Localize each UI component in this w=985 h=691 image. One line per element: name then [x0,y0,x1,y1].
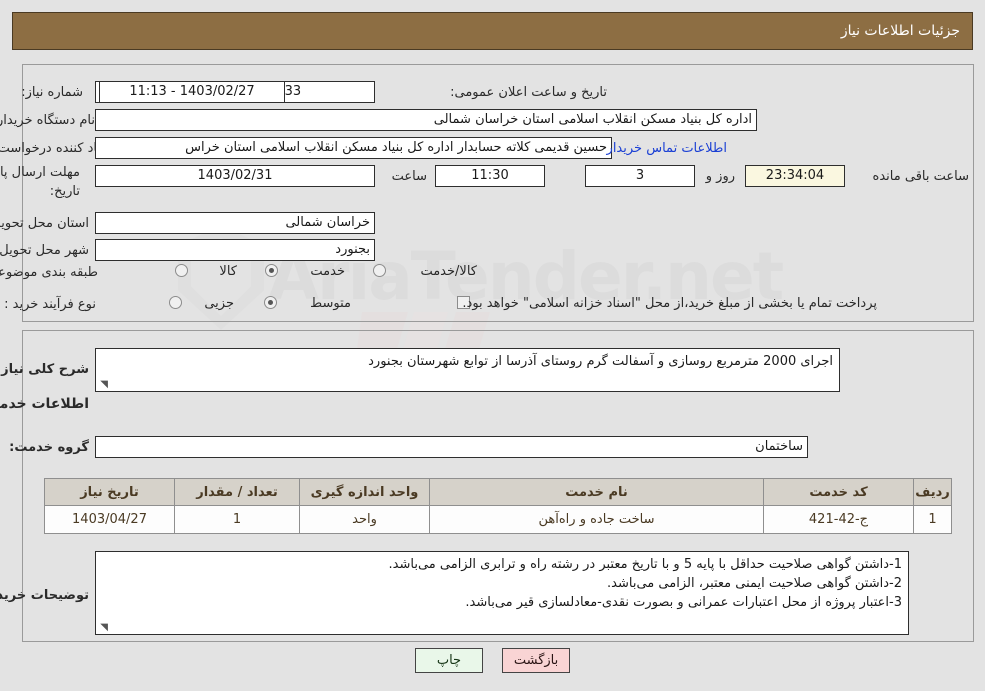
need-number-label: شماره نیاز: [21,85,83,100]
cell-name: ساخت جاده و راه‌آهن [429,505,764,534]
deadline-countdown-field: 23:34:04 [745,165,845,187]
buyer-note-line-2: 2-داشتن گواهی صلاحیت ایمنی معتبر، الزامی… [607,576,902,591]
deadline-label-line1: مهلت ارسال پاسخ: تا [0,165,80,180]
action-button-row: بازگشت چاپ [0,648,985,673]
general-desc-textarea[interactable]: اجرای 2000 مترمربع روسازی و آسفالت گرم ر… [95,348,840,392]
treasury-bond-note: پرداخت تمام یا بخشی از مبلغ خرید،از محل … [462,296,877,311]
process-radio-jozei[interactable] [169,296,182,309]
table-row: 1 ج-42-421 ساخت جاده و راه‌آهن واحد 1 14… [44,505,952,534]
category-radio-kala[interactable] [175,264,188,277]
services-section-title: اطلاعات خدمات مورد نیاز [0,396,89,412]
announce-datetime-label: تاریخ و ساعت اعلان عمومی: [450,85,607,100]
resize-grip-icon[interactable]: ◥ [98,380,108,390]
delivery-city-label: شهر محل تحویل: [0,243,89,258]
process-radio-motevaset[interactable] [264,296,277,309]
th-row: ردیف [913,478,952,506]
deadline-label-line2: تاریخ: [49,184,80,199]
th-code: کد خدمت [763,478,914,506]
page-header-bar: جزئیات اطلاعات نیاز [12,12,973,50]
category-option-label-1: خدمت [310,264,345,279]
delivery-city-field[interactable]: بجنورد [95,239,375,261]
services-table: ردیف کد خدمت نام خدمت واحد اندازه گیری ت… [44,478,952,534]
buyer-contact-link[interactable]: اطلاعات تماس خریدار [607,141,727,157]
category-radio-kala-khedmat[interactable] [373,264,386,277]
deadline-days-label: روز و [705,169,735,184]
buyer-notes-textarea[interactable]: 1-داشتن گواهی صلاحیت حداقل با پایه 5 و ب… [95,551,909,635]
print-button[interactable]: چاپ [414,648,483,673]
back-button[interactable]: بازگشت [502,648,571,673]
category-label: طبقه بندی موضوعی: [0,265,98,280]
th-date: تاریخ نیاز [44,478,175,506]
deadline-days-field[interactable]: 3 [585,165,695,187]
table-header-row: ردیف کد خدمت نام خدمت واحد اندازه گیری ت… [44,478,952,506]
general-desc-text: اجرای 2000 مترمربع روسازی و آسفالت گرم ر… [368,354,833,369]
delivery-province-label: استان محل تحویل: [0,216,89,231]
announce-datetime-field[interactable]: 1403/02/27 - 11:13 [99,81,285,103]
page-title: جزئیات اطلاعات نیاز [840,23,960,39]
service-group-label: گروه خدمت: [9,440,89,455]
deadline-remaining-label: ساعت باقی مانده [872,169,969,184]
cell-unit: واحد [299,505,430,534]
cell-qty: 1 [174,505,300,534]
cell-row: 1 [913,505,952,534]
deadline-date-field[interactable]: 1403/02/31 [95,165,375,187]
cell-date: 1403/04/27 [44,505,175,534]
service-group-field[interactable]: ساختمان [95,436,808,458]
services-table-wrap: ردیف کد خدمت نام خدمت واحد اندازه گیری ت… [44,478,952,534]
resize-grip-icon[interactable]: ◥ [98,623,108,633]
category-option-label-0: کالا [219,264,237,279]
process-option-label-1: متوسط [310,296,351,311]
cell-code: ج-42-421 [763,505,914,534]
category-radio-khedmat[interactable] [265,264,278,277]
th-qty: تعداد / مقدار [174,478,300,506]
buyer-note-line-3: 3-اعتبار پروژه از محل اعتبارات عمرانی و … [465,595,902,610]
buyer-note-line-1: 1-داشتن گواهی صلاحیت حداقل با پایه 5 و ب… [388,557,902,572]
process-option-label-0: جزیی [204,296,234,311]
process-type-label: نوع فرآیند خرید : [4,297,96,312]
deadline-time-field[interactable]: 11:30 [435,165,545,187]
category-option-label-2: کالا/خدمت [420,264,477,279]
buyer-org-field[interactable]: اداره کل بنیاد مسکن انقلاب اسلامی استان … [95,109,757,131]
deadline-time-label: ساعت [391,169,427,184]
buyer-notes-label: توضیحات خریدار: [0,588,89,603]
general-desc-label: شرح کلی نیاز: [0,362,89,377]
th-name: نام خدمت [429,478,764,506]
requester-field[interactable]: حسین قدیمی کلاته حسابدار اداره کل بنیاد … [95,137,612,159]
buyer-org-label: نام دستگاه خریدار: [0,113,95,128]
th-unit: واحد اندازه گیری [299,478,430,506]
delivery-province-field[interactable]: خراسان شمالی [95,212,375,234]
